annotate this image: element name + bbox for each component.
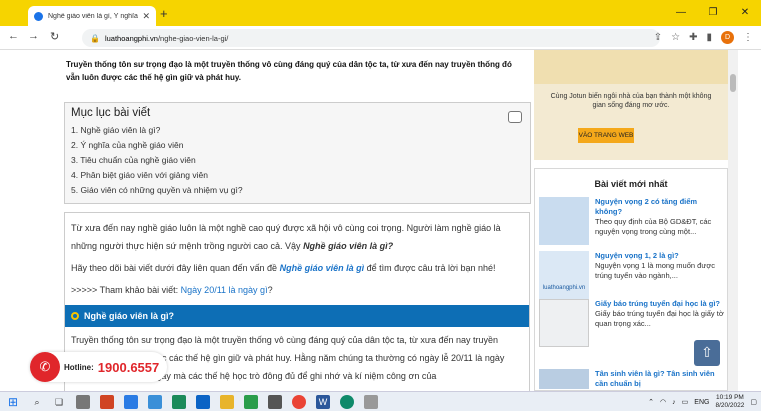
toc-title: Mục lục bài viết <box>71 107 151 119</box>
ad-image <box>534 50 728 84</box>
page-scrollbar[interactable] <box>728 50 738 391</box>
system-tray: ⌃ ◠ ♪ ▭ ENG 10:19 PM 8/20/2022 ▢ <box>648 394 757 410</box>
post-thumbnail[interactable] <box>539 369 589 389</box>
restore-button[interactable]: ❐ <box>697 0 729 26</box>
hotline-number[interactable]: 1900.6557 <box>98 360 159 375</box>
app-icon[interactable] <box>124 395 138 409</box>
section-heading: Nghề giáo viên là gì? <box>65 305 529 327</box>
sidepanel-icon[interactable]: ▮ <box>706 32 712 43</box>
site-favicon-icon <box>34 11 43 21</box>
share-icon[interactable]: ⇪ <box>654 32 662 43</box>
app-icon[interactable] <box>76 395 90 409</box>
table-of-contents: Mục lục bài viết 1. Nghề giáo viên là gì… <box>64 102 531 204</box>
toc-item[interactable]: 2. Ý nghĩa của nghề giáo viên <box>71 138 524 153</box>
lock-icon: 🔒 <box>90 33 100 43</box>
volume-icon[interactable]: ♪ <box>672 399 676 406</box>
app-icon[interactable] <box>148 395 162 409</box>
browser-tab-strip: Nghề giáo viên là gì, Ý nghĩa của ✕ + — … <box>0 0 761 26</box>
post-thumbnail[interactable]: luathoangphi.vn <box>539 251 589 299</box>
keyword-link[interactable]: Nghề giáo viên là gì <box>280 263 365 273</box>
tab-title: Nghề giáo viên là gì, Ý nghĩa của <box>48 12 138 20</box>
ad-text: Cùng Jotun biến ngôi nhà của bạn thành m… <box>550 93 712 109</box>
profile-avatar[interactable]: D <box>721 31 734 44</box>
camera-icon[interactable] <box>268 395 282 409</box>
paragraph: Hãy theo dõi bài viết dưới đây liên quan… <box>71 263 496 273</box>
language-indicator[interactable]: ENG <box>694 399 709 406</box>
post-thumbnail[interactable] <box>539 299 589 347</box>
ad-visit-button[interactable]: VÀO TRANG WEB <box>578 128 634 143</box>
browser-toolbar: ← → ↻ 🔒 luathoangphi.vn/nghe-giao-vien-l… <box>0 26 761 50</box>
toc-toggle-button[interactable] <box>508 111 522 123</box>
url-path: /nghe-giao-vien-la-gi/ <box>157 33 229 43</box>
toc-item[interactable]: 4. Phân biệt giáo viên với giảng viên <box>71 168 524 183</box>
clock[interactable]: 10:19 PM 8/20/2022 <box>715 394 744 410</box>
forward-arrow-icon[interactable]: → <box>28 30 39 42</box>
app-icon[interactable] <box>172 395 186 409</box>
page-viewport: Truyền thống tôn sư trọng đạo là một tru… <box>0 50 761 391</box>
reload-icon[interactable]: ↻ <box>50 30 59 43</box>
toc-item[interactable]: 3. Tiêu chuẩn của nghề giáo viên <box>71 153 524 168</box>
phone-icon[interactable]: ✆ <box>30 352 60 382</box>
app-icon[interactable] <box>196 395 210 409</box>
toc-item[interactable]: 5. Giáo viên có những quyền và nhiệm vụ … <box>71 183 524 198</box>
bullet-icon <box>71 312 79 320</box>
file-explorer-icon[interactable] <box>220 395 234 409</box>
new-tab-button[interactable]: + <box>160 7 168 20</box>
menu-kebab-icon[interactable]: ⋮ <box>743 32 753 43</box>
wifi-icon[interactable]: ◠ <box>660 398 666 406</box>
article-intro: Truyền thống tôn sư trọng đạo là một tru… <box>66 60 512 82</box>
bookmark-star-icon[interactable]: ☆ <box>671 32 680 43</box>
notification-icon[interactable]: ▢ <box>750 398 757 406</box>
app-icon[interactable] <box>244 395 258 409</box>
windows-start-icon[interactable]: ⊞ <box>6 395 20 409</box>
app-icon[interactable] <box>100 395 114 409</box>
related-article-link[interactable]: Ngày 20/11 là ngày gì <box>181 285 268 295</box>
app-icon[interactable] <box>364 395 378 409</box>
chrome-icon[interactable] <box>292 395 306 409</box>
list-item[interactable]: luathoangphi.vn Nguyện vọng 1, 2 là gì? N… <box>539 251 725 299</box>
url-host: luathoangphi.vn <box>104 33 158 43</box>
close-tab-icon[interactable]: ✕ <box>142 11 150 22</box>
paragraph: Từ xưa đến nay nghề giáo luôn là một ngh… <box>71 223 501 251</box>
toc-item[interactable]: 1. Nghề giáo viên là gì? <box>71 123 524 138</box>
list-item[interactable]: Tân sinh viên là gì? Tân sinh viên cần c… <box>539 369 725 389</box>
browser-tab[interactable]: Nghề giáo viên là gì, Ý nghĩa của ✕ <box>28 6 156 26</box>
back-arrow-icon[interactable]: ← <box>8 30 19 42</box>
post-thumbnail[interactable] <box>539 197 589 245</box>
hotline-widget[interactable]: ✆ Hotline: 1900.6557 <box>30 352 168 382</box>
advertisement[interactable]: Cùng Jotun biến ngôi nhà của bạn thành m… <box>534 50 728 160</box>
os-taskbar: ⊞ ⌕ ❏ W ⌃ ◠ ♪ ▭ ENG 10:19 PM 8/20/2022 ▢ <box>0 391 761 411</box>
search-icon[interactable]: ⌕ <box>30 395 44 409</box>
task-view-icon[interactable]: ❏ <box>52 395 66 409</box>
list-item[interactable]: Nguyện vọng 2 có tăng điểm không? Theo qu… <box>539 197 725 245</box>
word-icon[interactable]: W <box>316 395 330 409</box>
minimize-button[interactable]: — <box>665 0 697 26</box>
scroll-to-top-button[interactable]: ⇧ <box>694 340 720 366</box>
edge-icon[interactable] <box>340 395 354 409</box>
address-bar[interactable]: 🔒 luathoangphi.vn/nghe-giao-vien-la-gi/ <box>82 29 660 47</box>
extensions-icon[interactable]: ✚ <box>689 32 697 43</box>
hotline-label: Hotline: <box>64 362 94 372</box>
tray-chevron-icon[interactable]: ⌃ <box>648 398 654 406</box>
recent-posts-title: Bài viết mới nhất <box>594 179 668 189</box>
battery-icon[interactable]: ▭ <box>682 398 689 406</box>
close-window-button[interactable]: ✕ <box>729 0 761 26</box>
paragraph: >>>>> Tham khảo bài viết: Ngày 20/11 là … <box>71 285 273 295</box>
